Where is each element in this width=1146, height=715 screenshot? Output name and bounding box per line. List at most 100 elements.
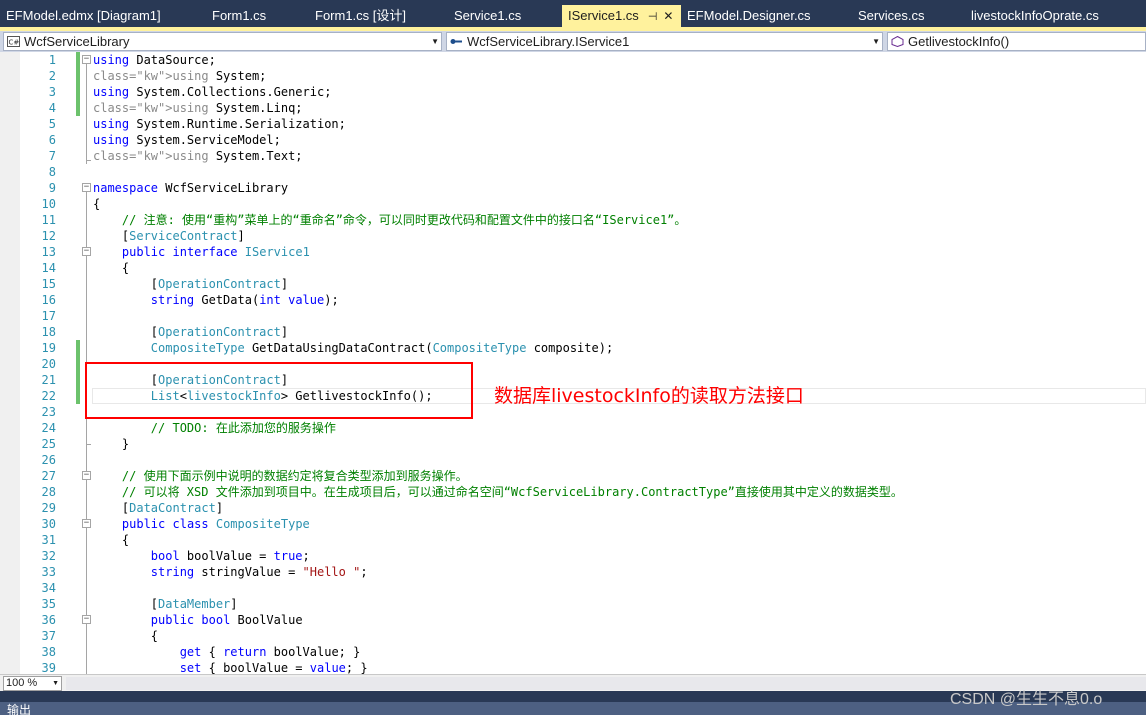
code-line[interactable]: 5 using System.Runtime.Serialization; [0, 116, 1146, 132]
code-line[interactable]: 19 CompositeType GetDataUsingDataContrac… [0, 340, 1146, 356]
code-line[interactable]: 1 − using DataSource; [0, 52, 1146, 68]
change-marker [76, 84, 80, 100]
close-icon[interactable]: ✕ [663, 5, 673, 27]
code-text: // 使用下面示例中说明的数据约定将复合类型添加到服务操作。 [121, 469, 468, 483]
code-text: // 可以将 XSD 文件添加到项目中。在生成项目后，可以通过命名空间“WcfS… [121, 485, 903, 499]
code-line[interactable]: 29 [DataContract] [0, 500, 1146, 516]
line-number: 1 [48, 53, 56, 67]
code-line[interactable]: 32 bool boolValue = true; [0, 548, 1146, 564]
line-number: 10 [41, 197, 56, 211]
code-line[interactable]: 37 { [0, 628, 1146, 644]
code-text: using System.ServiceModel; [93, 133, 281, 147]
tab-iservice1-cs[interactable]: IService1.cs ⊣ ✕ [562, 5, 681, 27]
code-line[interactable]: 34 [0, 580, 1146, 596]
tab-services-cs[interactable]: Services.cs [852, 5, 924, 27]
collapse-icon[interactable]: − [82, 183, 91, 192]
code-line[interactable]: 33 string stringValue = "Hello "; [0, 564, 1146, 580]
code-text: { [93, 261, 130, 275]
code-text: [DataMember] [93, 597, 238, 611]
code-line[interactable]: 7 class="kw">using System.Text; [0, 148, 1146, 164]
code-text: bool boolValue = true; [150, 549, 310, 563]
collapse-icon[interactable]: − [82, 247, 91, 256]
line-number: 26 [41, 453, 56, 467]
code-line[interactable]: 11 // 注意: 使用“重构”菜单上的“重命名”命令，可以同时更改代码和配置文… [0, 212, 1146, 228]
code-line[interactable]: 27 − // 使用下面示例中说明的数据约定将复合类型添加到服务操作。 [0, 468, 1146, 484]
line-number: 33 [41, 565, 56, 579]
code-line[interactable]: 14 { [0, 260, 1146, 276]
code-text: public interface IService1 [121, 245, 310, 259]
code-line[interactable]: 8 [0, 164, 1146, 180]
code-line[interactable]: 12 [ServiceContract] [0, 228, 1146, 244]
code-line[interactable]: 28 // 可以将 XSD 文件添加到项目中。在生成项目后，可以通过命名空间“W… [0, 484, 1146, 500]
line-number: 5 [48, 117, 56, 131]
line-number: 24 [41, 421, 56, 435]
code-line[interactable]: 36 − public bool BoolValue [0, 612, 1146, 628]
code-line[interactable]: 31 { [0, 532, 1146, 548]
code-text: // 注意: 使用“重构”菜单上的“重命名”命令，可以同时更改代码和配置文件中的… [121, 213, 687, 227]
collapse-icon[interactable]: − [82, 519, 91, 528]
line-number: 11 [41, 213, 56, 227]
line-number: 31 [41, 533, 56, 547]
code-line[interactable]: 24 // TODO: 在此添加您的服务操作 [0, 420, 1146, 436]
code-line[interactable]: 26 [0, 452, 1146, 468]
code-line[interactable]: 10 { [0, 196, 1146, 212]
code-text: using DataSource; [93, 53, 216, 67]
code-line[interactable]: 16 string GetData(int value); [0, 292, 1146, 308]
code-line[interactable]: 25 } [0, 436, 1146, 452]
watermark: CSDN @生生不息0.o [950, 691, 1103, 708]
change-marker [76, 100, 80, 116]
collapse-icon[interactable]: − [82, 471, 91, 480]
code-text: { [93, 533, 130, 547]
code-text: { [93, 629, 159, 643]
code-line[interactable]: 6 using System.ServiceModel; [0, 132, 1146, 148]
line-number: 21 [41, 373, 56, 387]
code-editor[interactable]: 1− using DataSource; 2 class="kw">using Sys… [0, 52, 1146, 674]
tab-label: Form1.cs [212, 8, 267, 23]
change-marker [76, 68, 80, 84]
code-line[interactable]: 2 class="kw">using System; [0, 68, 1146, 84]
tab-form1-design[interactable]: Form1.cs [设计] [309, 5, 406, 27]
line-number: 35 [41, 597, 56, 611]
code-line[interactable]: 15 [OperationContract] [0, 276, 1146, 292]
line-number: 18 [41, 325, 56, 339]
collapse-icon[interactable]: − [82, 55, 91, 64]
tab-label: EFModel.edmx [Diagram1] [6, 8, 161, 23]
tab-label: Services.cs [858, 8, 925, 23]
line-number: 20 [41, 357, 56, 371]
tab-service1-cs[interactable]: Service1.cs [448, 5, 521, 27]
tab-form1-cs[interactable]: Form1.cs [206, 5, 266, 27]
project-dropdown[interactable]: C# WcfServiceLibrary ▼ [3, 32, 442, 51]
code-line[interactable]: 38 get { return boolValue; } [0, 644, 1146, 660]
tab-efmodel-edmx[interactable]: EFModel.edmx [Diagram1] [0, 5, 161, 27]
code-line[interactable]: 18 [OperationContract] [0, 324, 1146, 340]
tab-livestockinfooprate-cs[interactable]: livestockInfoOprate.cs [965, 5, 1099, 27]
collapse-icon[interactable]: − [82, 615, 91, 624]
line-number: 4 [48, 101, 56, 115]
highlight-box [85, 362, 473, 419]
line-number: 25 [41, 437, 56, 451]
code-line[interactable]: 9 − namespace WcfServiceLibrary [0, 180, 1146, 196]
code-text: class="kw">using System; [93, 69, 267, 83]
line-number: 34 [41, 581, 56, 595]
annotation-text: 数据库livestockInfo的读取方法接口 [494, 385, 804, 407]
code-line[interactable]: 17 [0, 308, 1146, 324]
member-dropdown[interactable]: GetlivestockInfo() [887, 32, 1146, 51]
code-line[interactable]: 3 using System.Collections.Generic; [0, 84, 1146, 100]
tab-efmodel-designer-cs[interactable]: EFModel.Designer.cs [681, 5, 811, 27]
code-line[interactable]: 39 set { boolValue = value; } [0, 660, 1146, 674]
zoom-dropdown[interactable]: 100 % ▼ [3, 676, 62, 691]
code-text: { [93, 197, 101, 211]
line-number: 12 [41, 229, 56, 243]
code-text: set { boolValue = value; } [179, 661, 368, 674]
change-marker [76, 340, 80, 356]
code-line[interactable]: 35 [DataMember] [0, 596, 1146, 612]
code-line[interactable]: 30 − public class CompositeType [0, 516, 1146, 532]
svg-text:C#: C# [9, 39, 20, 47]
change-marker [76, 388, 80, 404]
code-line[interactable]: 4 class="kw">using System.Linq; [0, 100, 1146, 116]
pin-icon[interactable]: ⊣ [648, 6, 658, 28]
project-name: WcfServiceLibrary [24, 34, 130, 49]
line-number: 3 [48, 85, 56, 99]
code-line[interactable]: 13 − public interface IService1 [0, 244, 1146, 260]
type-dropdown[interactable]: WcfServiceLibrary.IService1 ▼ [446, 32, 883, 51]
